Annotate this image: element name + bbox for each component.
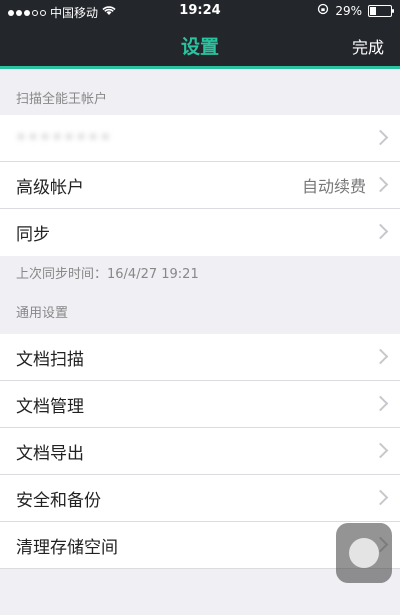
chevron-right-icon bbox=[372, 395, 389, 412]
rotation-lock-icon bbox=[317, 3, 329, 18]
row-label: 高级帐户 bbox=[16, 177, 84, 198]
last-sync-note: 上次同步时间：16/4/27 19:21 bbox=[0, 256, 400, 294]
chevron-right-icon bbox=[372, 129, 389, 146]
account-name: •••••••• bbox=[16, 128, 113, 148]
row-label: 安全和备份 bbox=[16, 490, 101, 511]
nav-bar: 设置 完成 bbox=[0, 22, 400, 66]
chevron-right-icon bbox=[372, 176, 389, 193]
premium-account-row[interactable]: 高级帐户 自动续费 bbox=[0, 162, 400, 209]
done-button[interactable]: 完成 bbox=[352, 34, 384, 58]
battery-icon bbox=[368, 4, 394, 17]
chevron-right-icon bbox=[372, 223, 389, 240]
status-bar: 中国移动 19:24 29% bbox=[0, 0, 400, 22]
row-label: 文档管理 bbox=[16, 396, 84, 417]
chevron-right-icon bbox=[372, 489, 389, 506]
chevron-right-icon bbox=[372, 348, 389, 365]
row-label: 文档扫描 bbox=[16, 349, 84, 370]
row-value: 自动续费 bbox=[301, 177, 366, 196]
sync-row[interactable]: 同步 bbox=[0, 209, 400, 256]
top-bar: 中国移动 19:24 29% 设置 完成 bbox=[0, 0, 400, 66]
section-header-account: 扫描全能王帐户 bbox=[16, 92, 108, 107]
row-label: 同步 bbox=[16, 225, 50, 245]
assistive-touch-button[interactable] bbox=[336, 523, 392, 583]
document-manage-row[interactable]: 文档管理 bbox=[0, 381, 400, 428]
document-export-row[interactable]: 文档导出 bbox=[0, 428, 400, 475]
battery-percent: 29% bbox=[335, 3, 362, 18]
section-header-general: 通用设置 bbox=[16, 306, 69, 321]
status-right: 29% bbox=[317, 3, 394, 18]
row-label: 文档导出 bbox=[16, 443, 84, 464]
account-name-row[interactable]: •••••••• bbox=[0, 115, 400, 162]
settings-list: 扫描全能王帐户 •••••••• 高级帐户 自动续费 同步 上次同步时间：16/… bbox=[0, 69, 400, 569]
security-backup-row[interactable]: 安全和备份 bbox=[0, 475, 400, 522]
row-label: 清理存储空间 bbox=[16, 537, 118, 558]
chevron-right-icon bbox=[372, 442, 389, 459]
document-scan-row[interactable]: 文档扫描 bbox=[0, 334, 400, 381]
page-title: 设置 bbox=[180, 36, 219, 58]
